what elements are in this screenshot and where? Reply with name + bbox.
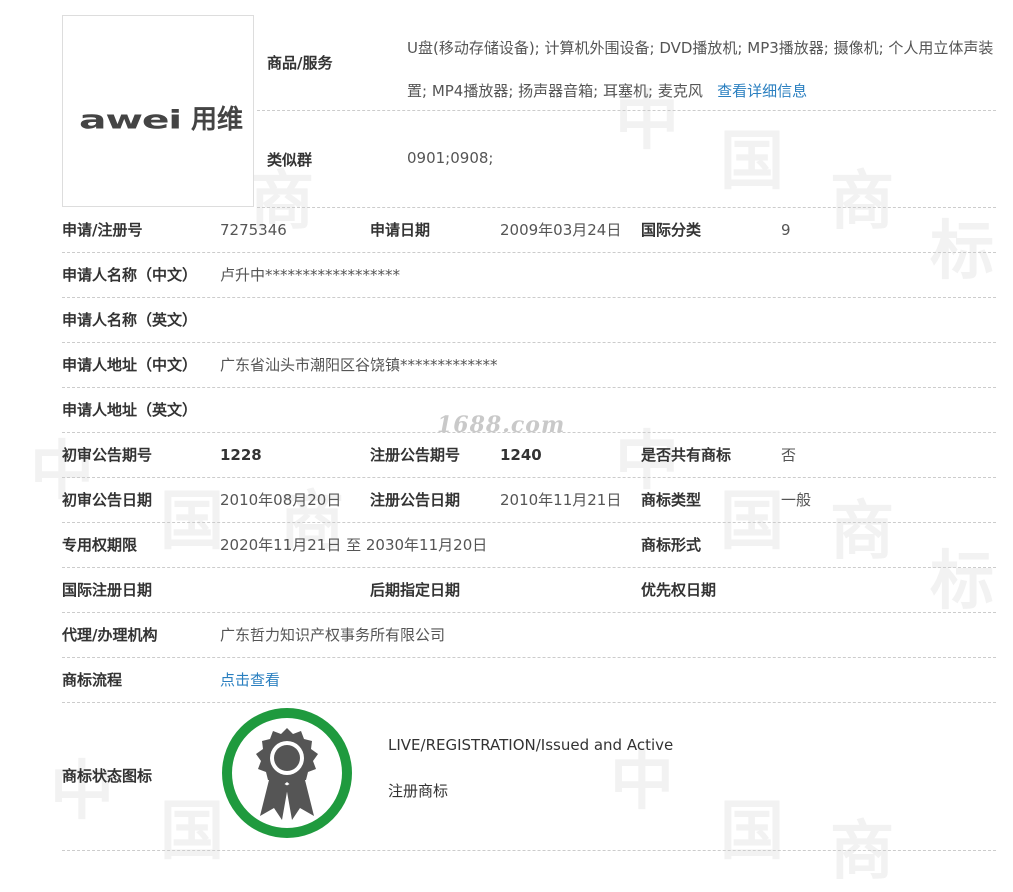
tm-form-label: 商标形式 — [641, 536, 702, 554]
intl-class-value: 9 — [781, 221, 791, 239]
row-dates: 国际注册日期 后期指定日期 优先权日期 — [62, 568, 996, 613]
trademark-image[interactable]: awei 用维 — [62, 15, 254, 207]
prelim-date-value: 2010年08月20日 — [220, 491, 342, 509]
goods-label: 商品/服务 — [267, 54, 333, 72]
term-value: 2020年11月21日 至 2030年11月20日 — [220, 536, 488, 554]
applicant-cn-value: 卢升中****************** — [220, 266, 401, 284]
status-chinese: 注册商标 — [388, 782, 449, 800]
shared-value: 否 — [781, 446, 797, 464]
awei-logo: awei 用维 — [79, 102, 249, 138]
term-label: 专用权期限 — [62, 536, 138, 554]
reg-no-label: 申请/注册号 — [62, 221, 143, 239]
reg-pub-no-label: 注册公告期号 — [370, 446, 461, 464]
agent-value: 广东哲力知识产权事务所有限公司 — [220, 626, 446, 644]
similar-group-row: 类似群 0901;0908; — [257, 111, 996, 208]
goods-services-row: 商品/服务 U盘(移动存储设备); 计算机外围设备; DVD播放机; MP3播放… — [257, 15, 996, 111]
agent-label: 代理/办理机构 — [62, 626, 158, 644]
priority-date-label: 优先权日期 — [641, 581, 717, 599]
applicant-en-label: 申请人名称（英文） — [62, 311, 198, 329]
address-cn-label: 申请人地址（中文） — [62, 356, 198, 374]
applicant-cn-label: 申请人名称（中文） — [62, 266, 198, 284]
row-status: 商标状态图标 LIVE/REGISTRATION/Issued and Acti… — [62, 702, 996, 851]
app-date-value: 2009年03月24日 — [500, 221, 622, 239]
process-link[interactable]: 点击查看 — [220, 658, 280, 702]
trademark-header: awei 用维 商品/服务 U盘(移动存储设备); 计算机外围设备; DVD播放… — [62, 15, 996, 208]
row-process: 商标流程 点击查看 — [62, 658, 996, 703]
row-agent: 代理/办理机构 广东哲力知识产权事务所有限公司 — [62, 613, 996, 658]
row-announcement-no: 初审公告期号 1228 注册公告期号 1240 是否共有商标 否 — [62, 433, 996, 478]
tm-type-label: 商标类型 — [641, 491, 702, 509]
reg-pub-date-value: 2010年11月21日 — [500, 491, 622, 509]
prelim-no-value: 1228 — [220, 446, 262, 464]
similar-value: 0901;0908; — [407, 149, 494, 167]
shared-label: 是否共有商标 — [641, 446, 732, 464]
intl-reg-date-label: 国际注册日期 — [62, 581, 153, 599]
later-date-label: 后期指定日期 — [370, 581, 461, 599]
similar-label: 类似群 — [267, 151, 313, 169]
row-term: 专用权期限 2020年11月21日 至 2030年11月20日 商标形式 — [62, 523, 996, 568]
row-announcement-date: 初审公告日期 2010年08月20日 注册公告日期 2010年11月21日 商标… — [62, 478, 996, 523]
prelim-no-label: 初审公告期号 — [62, 446, 153, 464]
row-registration: 申请/注册号 7275346 申请日期 2009年03月24日 国际分类 9 — [62, 208, 996, 253]
app-date-label: 申请日期 — [370, 221, 431, 239]
reg-pub-no-value: 1240 — [500, 446, 542, 464]
address-cn-value: 广东省汕头市潮阳区谷饶镇************* — [220, 356, 498, 374]
goods-text: U盘(移动存储设备); 计算机外围设备; DVD播放机; MP3播放器; 摄像机… — [407, 39, 994, 100]
prelim-date-label: 初审公告日期 — [62, 491, 153, 509]
row-applicant-cn: 申请人名称（中文） 卢升中****************** — [62, 253, 996, 298]
tm-type-value: 一般 — [781, 491, 812, 509]
row-applicant-en: 申请人名称（英文） — [62, 298, 996, 343]
award-ribbon-icon — [222, 708, 352, 838]
address-en-label: 申请人地址（英文） — [62, 401, 198, 419]
svg-text:用维: 用维 — [191, 104, 243, 134]
status-badge — [220, 706, 354, 840]
goods-list: U盘(移动存储设备); 计算机外围设备; DVD播放机; MP3播放器; 摄像机… — [407, 27, 997, 113]
status-label: 商标状态图标 — [62, 767, 153, 785]
reg-pub-date-label: 注册公告日期 — [370, 491, 461, 509]
row-address-cn: 申请人地址（中文） 广东省汕头市潮阳区谷饶镇************* — [62, 343, 996, 388]
row-address-en: 申请人地址（英文） — [62, 388, 996, 433]
process-label: 商标流程 — [62, 671, 123, 689]
status-english: LIVE/REGISTRATION/Issued and Active — [388, 736, 674, 754]
intl-class-label: 国际分类 — [641, 221, 702, 239]
view-details-link[interactable]: 查看详细信息 — [717, 82, 807, 100]
svg-text:awei: awei — [79, 105, 181, 134]
reg-no-value: 7275346 — [220, 221, 287, 239]
